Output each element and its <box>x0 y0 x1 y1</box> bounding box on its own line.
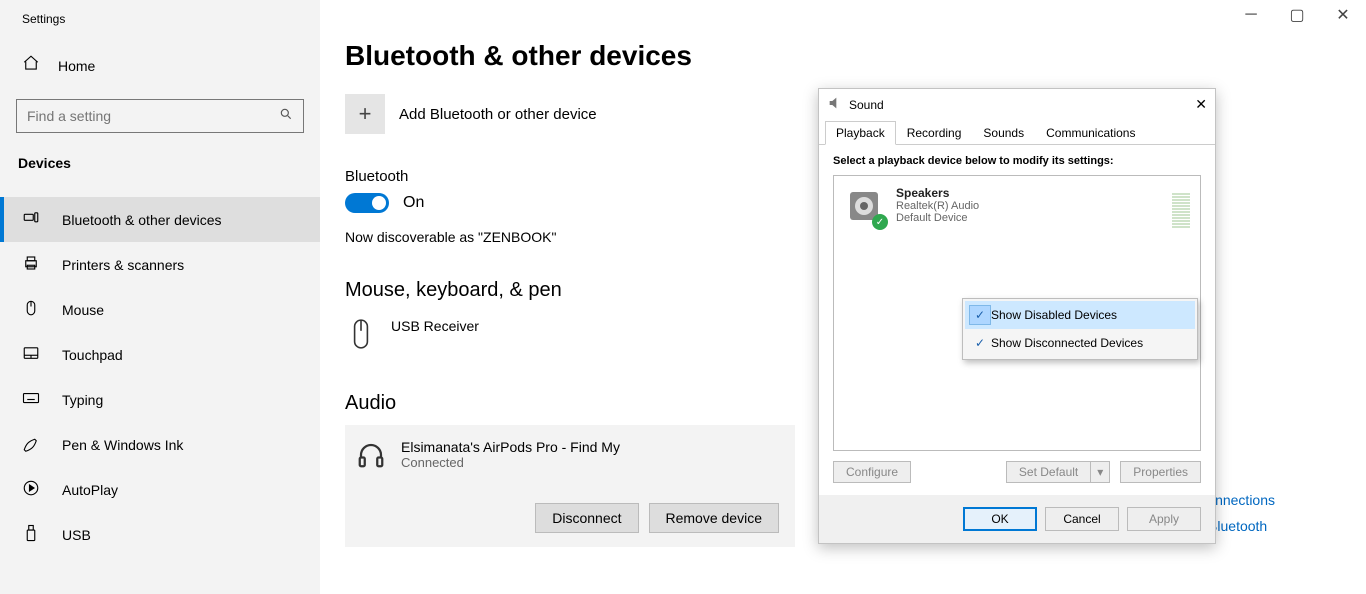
audio-device-name: Elsimanata's AirPods Pro - Find My <box>401 439 620 455</box>
set-default-button[interactable]: Set Default <box>1006 461 1090 483</box>
audio-device-block[interactable]: Elsimanata's AirPods Pro - Find My Conne… <box>345 425 795 547</box>
ctx-show-disconnected[interactable]: ✓ Show Disconnected Devices <box>965 329 1195 357</box>
sidebar-item-touchpad[interactable]: Touchpad <box>0 332 320 377</box>
audio-device-status: Connected <box>401 455 620 470</box>
sidebar-item-label: Touchpad <box>62 347 123 363</box>
sidebar-item-label: Mouse <box>62 302 104 318</box>
sound-dialog-title: Sound <box>849 98 884 112</box>
bluetooth-state: On <box>403 194 424 212</box>
set-default-dropdown[interactable]: ▾ <box>1090 461 1110 483</box>
device-driver: Realtek(R) Audio <box>896 200 979 212</box>
context-menu: ✓ Show Disabled Devices ✓ Show Disconnec… <box>962 298 1198 360</box>
apply-button[interactable]: Apply <box>1127 507 1201 531</box>
keyboard-icon <box>22 389 42 410</box>
ok-button[interactable]: OK <box>963 507 1037 531</box>
search-icon <box>279 107 293 126</box>
mouse-icon <box>22 299 42 320</box>
home-icon <box>22 54 40 77</box>
sidebar-item-label: USB <box>62 527 91 543</box>
sidebar: Settings Home Devices Bluetooth & other … <box>0 0 320 594</box>
bluetooth-devices-icon <box>22 209 42 230</box>
sidebar-item-autoplay[interactable]: AutoPlay <box>0 467 320 512</box>
sound-close-button[interactable]: ✕ <box>1195 96 1207 113</box>
pen-icon <box>22 434 42 455</box>
configure-button[interactable]: Configure <box>833 461 911 483</box>
usb-icon <box>22 524 42 545</box>
plus-icon: + <box>345 94 385 134</box>
sidebar-item-bluetooth[interactable]: Bluetooth & other devices <box>0 197 320 242</box>
device-speakers[interactable]: ✓ Speakers Realtek(R) Audio Default Devi… <box>840 182 1194 232</box>
remove-device-button[interactable]: Remove device <box>649 503 780 533</box>
ctx-show-disabled[interactable]: ✓ Show Disabled Devices <box>965 301 1195 329</box>
touchpad-icon <box>22 344 42 365</box>
mouse-device-icon <box>345 318 377 350</box>
home-label: Home <box>58 58 95 74</box>
tab-recording[interactable]: Recording <box>896 121 973 145</box>
window-title: Settings <box>0 0 320 34</box>
cancel-button[interactable]: Cancel <box>1045 507 1119 531</box>
headphones-icon <box>355 439 387 471</box>
printer-icon <box>22 254 42 275</box>
add-device-label: Add Bluetooth or other device <box>399 106 597 123</box>
disconnect-button[interactable]: Disconnect <box>535 503 638 533</box>
sidebar-item-label: AutoPlay <box>62 482 118 498</box>
device-name: USB Receiver <box>391 318 479 334</box>
tab-playback[interactable]: Playback <box>825 121 896 145</box>
sidebar-item-label: Pen & Windows Ink <box>62 437 183 453</box>
home-nav[interactable]: Home <box>0 44 320 87</box>
ctx-label: Show Disabled Devices <box>991 308 1117 322</box>
page-title: Bluetooth & other devices <box>345 40 1366 72</box>
level-meter <box>1172 186 1190 228</box>
device-name: Speakers <box>896 186 979 200</box>
check-icon: ✓ <box>969 333 991 353</box>
autoplay-icon <box>22 479 42 500</box>
dialog-instruction: Select a playback device below to modify… <box>833 155 1201 167</box>
sidebar-item-printers[interactable]: Printers & scanners <box>0 242 320 287</box>
sidebar-item-mouse[interactable]: Mouse <box>0 287 320 332</box>
check-icon: ✓ <box>872 214 888 230</box>
sidebar-item-label: Printers & scanners <box>62 257 184 273</box>
sound-dialog-icon <box>827 95 843 114</box>
device-status: Default Device <box>896 212 979 224</box>
sidebar-item-usb[interactable]: USB <box>0 512 320 557</box>
category-header: Devices <box>0 147 320 179</box>
sidebar-item-label: Bluetooth & other devices <box>62 212 222 228</box>
tab-communications[interactable]: Communications <box>1035 121 1146 145</box>
speaker-icon: ✓ <box>844 186 884 226</box>
sidebar-item-typing[interactable]: Typing <box>0 377 320 422</box>
bluetooth-toggle[interactable] <box>345 193 389 213</box>
search-input-wrapper[interactable] <box>16 99 304 133</box>
sidebar-item-pen[interactable]: Pen & Windows Ink <box>0 422 320 467</box>
properties-button[interactable]: Properties <box>1120 461 1201 483</box>
ctx-label: Show Disconnected Devices <box>991 336 1143 350</box>
search-input[interactable] <box>27 108 279 124</box>
tab-sounds[interactable]: Sounds <box>972 121 1035 145</box>
check-icon: ✓ <box>969 305 991 325</box>
sidebar-item-label: Typing <box>62 392 103 408</box>
